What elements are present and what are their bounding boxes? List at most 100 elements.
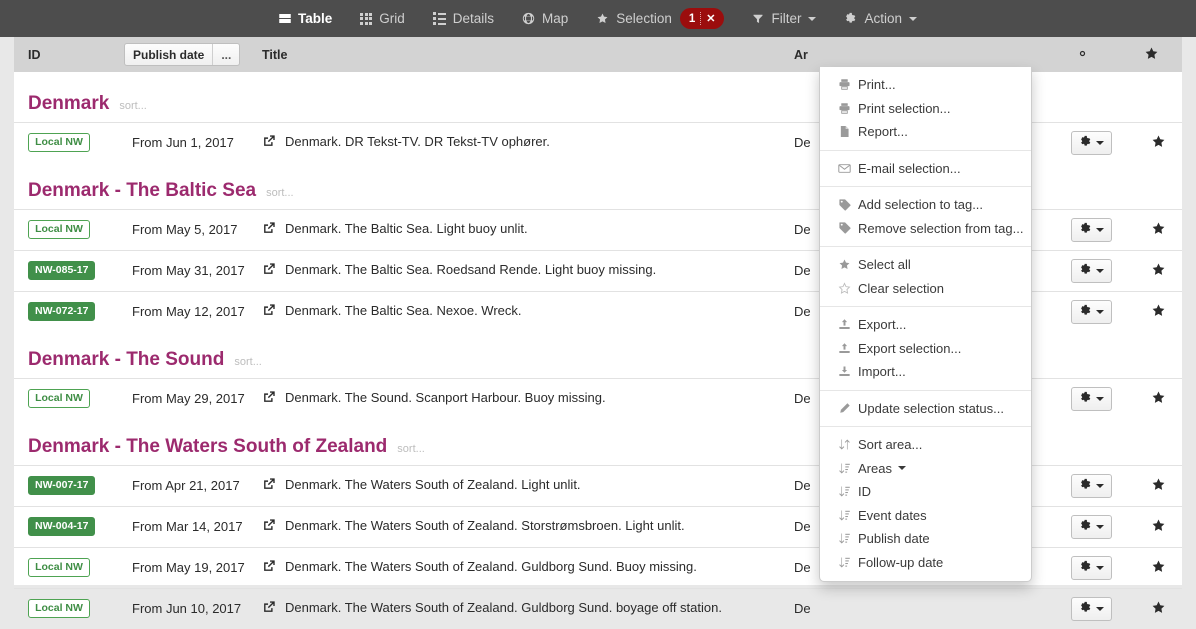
cell-id: NW-007-17 bbox=[14, 465, 118, 506]
publish-date-sort-more[interactable]: ... bbox=[212, 44, 239, 65]
chevron-down-icon bbox=[1095, 268, 1104, 273]
cell-favorite[interactable] bbox=[1120, 378, 1182, 419]
external-link-icon[interactable] bbox=[262, 518, 276, 535]
row-gear-dropdown-button[interactable] bbox=[1070, 130, 1112, 155]
menu-item-report[interactable]: Report... bbox=[820, 120, 1031, 144]
menu-divider bbox=[820, 426, 1031, 427]
nav-item-label: Filter bbox=[771, 11, 802, 26]
menu-item-label: Remove selection from tag... bbox=[858, 220, 1024, 236]
menu-item-sort-area[interactable]: Sort area... bbox=[820, 433, 1031, 457]
tag-icon bbox=[838, 198, 858, 212]
cell-favorite[interactable] bbox=[1120, 250, 1182, 291]
gear-icon bbox=[844, 12, 857, 25]
row-gear-dropdown-button[interactable] bbox=[1070, 386, 1112, 411]
external-link-icon[interactable] bbox=[262, 221, 276, 238]
cell-favorite[interactable] bbox=[1120, 209, 1182, 250]
cell-favorite[interactable] bbox=[1120, 291, 1182, 332]
group-title: Denmark - The Sound bbox=[28, 348, 225, 370]
row-gear-dropdown-button[interactable] bbox=[1070, 514, 1112, 539]
menu-item-select-all[interactable]: Select all bbox=[820, 253, 1031, 277]
nav-item-selection[interactable]: Selection 1 ✕ bbox=[582, 0, 738, 37]
cell-favorite[interactable] bbox=[1120, 122, 1182, 163]
nav-item-action[interactable]: Action bbox=[830, 0, 931, 37]
table-row[interactable]: Local NW From Jun 10, 2017 Denmark. The Wa… bbox=[14, 588, 1182, 629]
cell-favorite[interactable] bbox=[1120, 547, 1182, 588]
gear-icon bbox=[1075, 50, 1093, 64]
cell-actions bbox=[1048, 378, 1120, 419]
nav-item-map[interactable]: Map bbox=[508, 0, 582, 37]
action-dropdown-menu: Print... Print selection... Report... E-mai… bbox=[819, 67, 1032, 582]
row-gear-dropdown-button[interactable] bbox=[1070, 299, 1112, 324]
cell-id: Local NW bbox=[14, 209, 118, 250]
group-sort-link[interactable]: sort... bbox=[397, 443, 425, 464]
cell-favorite[interactable] bbox=[1120, 506, 1182, 547]
menu-item-e-mail-selection[interactable]: E-mail selection... bbox=[820, 157, 1031, 181]
menu-item-id[interactable]: ID bbox=[820, 480, 1031, 504]
cell-id: NW-072-17 bbox=[14, 291, 118, 332]
status-badge[interactable]: NW-072-17 bbox=[28, 302, 96, 322]
menu-item-print-selection[interactable]: Print selection... bbox=[820, 97, 1031, 121]
status-badge[interactable]: Local NW bbox=[28, 389, 90, 409]
menu-item-print[interactable]: Print... bbox=[820, 73, 1031, 97]
external-link-icon[interactable] bbox=[262, 262, 276, 279]
nav-item-filter[interactable]: Filter bbox=[738, 0, 830, 37]
top-navbar: Table Grid Details Map Selection 1 ✕ Filter Acti… bbox=[0, 0, 1196, 37]
cell-favorite[interactable] bbox=[1120, 588, 1182, 629]
status-badge[interactable]: Local NW bbox=[28, 599, 90, 619]
nav-item-details[interactable]: Details bbox=[419, 0, 508, 37]
menu-item-areas[interactable]: Areas bbox=[820, 457, 1031, 481]
menu-item-label: Follow-up date bbox=[858, 554, 944, 570]
status-badge[interactable]: NW-007-17 bbox=[28, 476, 96, 495]
status-badge[interactable]: Local NW bbox=[28, 558, 90, 577]
cell-actions bbox=[1048, 122, 1120, 163]
group-sort-link[interactable]: sort... bbox=[266, 187, 294, 208]
status-badge[interactable]: NW-085-17 bbox=[28, 261, 96, 280]
publish-date-sort-button[interactable]: Publish date ... bbox=[124, 43, 241, 66]
group-sort-link[interactable]: sort... bbox=[234, 356, 262, 377]
status-badge[interactable]: NW-004-17 bbox=[28, 517, 96, 536]
nav-item-label: Map bbox=[542, 11, 569, 26]
column-header-star[interactable] bbox=[1120, 37, 1182, 72]
external-link-icon[interactable] bbox=[262, 303, 276, 320]
nav-item-grid[interactable]: Grid bbox=[346, 0, 419, 37]
menu-item-import[interactable]: Import... bbox=[820, 360, 1031, 384]
star-outline-icon bbox=[838, 282, 858, 295]
grid-icon bbox=[360, 12, 373, 25]
cell-favorite[interactable] bbox=[1120, 465, 1182, 506]
menu-item-update-selection-status[interactable]: Update selection status... bbox=[820, 397, 1031, 421]
column-header-id[interactable]: ID bbox=[14, 37, 118, 72]
external-link-icon[interactable] bbox=[262, 134, 276, 151]
menu-item-publish-date[interactable]: Publish date bbox=[820, 527, 1031, 551]
row-gear-dropdown-button[interactable] bbox=[1070, 258, 1112, 283]
external-link-icon[interactable] bbox=[262, 559, 276, 576]
external-link-icon[interactable] bbox=[262, 477, 276, 494]
status-badge[interactable]: Local NW bbox=[28, 220, 90, 239]
external-link-icon[interactable] bbox=[262, 390, 276, 407]
row-gear-dropdown-button[interactable] bbox=[1070, 473, 1112, 498]
menu-item-event-dates[interactable]: Event dates bbox=[820, 504, 1031, 528]
row-gear-dropdown-button[interactable] bbox=[1070, 555, 1112, 580]
star-icon bbox=[1151, 304, 1166, 321]
status-badge[interactable]: Local NW bbox=[28, 133, 90, 153]
row-gear-dropdown-button[interactable] bbox=[1070, 217, 1112, 242]
menu-item-clear-selection[interactable]: Clear selection bbox=[820, 277, 1031, 301]
menu-item-label: Sort area... bbox=[858, 437, 923, 453]
chevron-down-icon bbox=[1095, 396, 1104, 401]
cell-title: Denmark. The Waters South of Zealand. Gu… bbox=[248, 588, 780, 629]
external-link-icon[interactable] bbox=[262, 600, 276, 617]
selection-count-badge[interactable]: 1 ✕ bbox=[679, 8, 725, 29]
column-header-gear[interactable] bbox=[1048, 37, 1120, 72]
clear-selection-icon[interactable]: ✕ bbox=[701, 12, 720, 25]
menu-item-label: E-mail selection... bbox=[858, 160, 961, 176]
group-sort-link[interactable]: sort... bbox=[119, 100, 147, 121]
menu-item-export-selection[interactable]: Export selection... bbox=[820, 337, 1031, 361]
menu-item-export[interactable]: Export... bbox=[820, 313, 1031, 337]
menu-item-follow-up-date[interactable]: Follow-up date bbox=[820, 551, 1031, 575]
cell-publish-date: From May 12, 2017 bbox=[132, 304, 245, 320]
menu-item-remove-selection-from-tag[interactable]: Remove selection from tag... bbox=[820, 217, 1031, 241]
column-header-title[interactable]: Title bbox=[248, 37, 780, 72]
menu-item-add-selection-to-tag[interactable]: Add selection to tag... bbox=[820, 193, 1031, 217]
row-gear-dropdown-button[interactable] bbox=[1070, 596, 1112, 621]
cell-actions bbox=[1048, 588, 1120, 629]
nav-item-table[interactable]: Table bbox=[265, 0, 346, 37]
